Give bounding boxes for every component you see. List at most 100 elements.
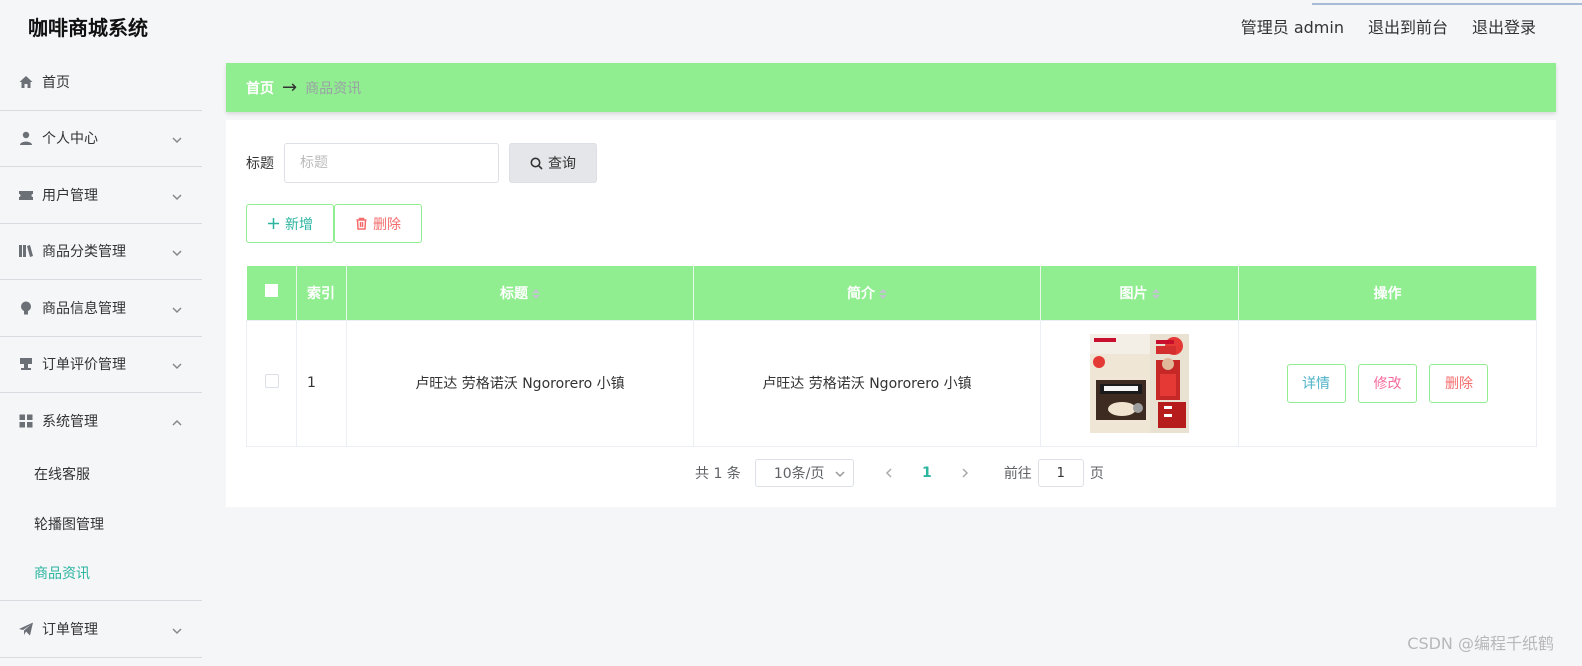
user-icon [18,130,34,146]
send-icon [18,621,34,637]
sidebar-item-label: 订单管理 [42,621,98,638]
sidebar: 首页 个人中心 用户管理 商品分类管理 商品信息管理 订单评价管理 系统管理 在… [0,54,202,666]
watermark: CSDN @编程千纸鹤 [1407,634,1554,653]
row-intro: 卢旺达 劳格诺沃 Ngororero 小镇 [693,319,1041,447]
plus-icon [268,218,279,229]
select-all-cell [246,266,297,320]
sidebar-item-order-management[interactable]: 订单管理 [0,601,202,658]
sidebar-item-label: 用户管理 [42,187,98,204]
pagination: 共 1 条 10条/页 1 前往 页 [695,459,1104,487]
chevron-down-icon [172,190,182,200]
row-index: 1 [296,319,347,447]
page-size-value: 10条/页 [773,466,825,482]
column-header-intro[interactable]: 简介 [693,266,1041,320]
chevron-down-icon [172,624,182,634]
search-label: 标题 [246,156,274,172]
app-title: 咖啡商城系统 [28,16,148,40]
goto-page: 前往 页 [1004,459,1104,487]
coffee-product-image[interactable] [1090,333,1189,433]
sidebar-subitem-carousel[interactable]: 轮播图管理 [0,499,202,549]
batch-delete-button[interactable]: 删除 [334,204,422,243]
sidebar-item-order-review[interactable]: 订单评价管理 [0,337,202,393]
prev-page-button[interactable] [874,468,904,478]
breadcrumb-home[interactable]: 首页 [246,78,274,98]
column-header-actions: 操作 [1238,266,1537,320]
breadcrumb-current: 商品资讯 [305,80,362,97]
sidebar-item-label: 系统管理 [42,414,98,431]
page-number[interactable]: 1 [912,465,942,481]
column-header-image[interactable]: 图片 [1040,266,1239,320]
sidebar-item-product-info[interactable]: 商品信息管理 [0,280,202,337]
column-header-title-label: 标题 [500,285,528,302]
row-checkbox[interactable] [264,374,279,388]
top-decoration [1312,0,1582,5]
column-header-index: 索引 [296,266,347,320]
table-row: 1 卢旺达 劳格诺沃 Ngororero 小镇 卢旺达 劳格诺沃 Ngorore… [246,319,1537,447]
search-button-label: 查询 [548,156,576,172]
pagination-total: 共 1 条 [695,466,741,482]
table-header-row: 索引 标题 简介 图片 操作 [246,266,1537,320]
chevron-down-icon [172,246,182,257]
next-page-button[interactable] [950,468,980,478]
stamp-icon [18,356,34,372]
breadcrumb: 首页 → 商品资讯 [226,63,1556,112]
edit-button[interactable]: 修改 [1358,363,1417,403]
sidebar-item-label: 订单评价管理 [42,357,126,374]
search-row: 标题 查询 [246,143,597,183]
sort-icon[interactable] [1151,288,1160,299]
books-icon [18,243,34,259]
chevron-up-icon [172,416,182,426]
chevron-left-icon [885,468,892,478]
batch-delete-button-label: 删除 [373,216,401,233]
sidebar-subitem-product-news[interactable]: 商品资讯 [0,549,202,599]
exit-to-front-link[interactable]: 退出到前台 [1368,14,1448,38]
sidebar-item-label: 首页 [42,74,70,91]
chevron-down-icon [172,133,182,144]
page-size-select[interactable]: 10条/页 [754,459,854,487]
row-title: 卢旺达 劳格诺沃 Ngororero 小镇 [346,319,694,447]
search-button[interactable]: 查询 [509,143,597,183]
grid-icon [18,413,34,429]
content-panel: 标题 查询 新增 删除 索引 标题 简介 图片 操作 [226,120,1556,507]
sidebar-item-category-management[interactable]: 商品分类管理 [0,224,202,280]
admin-user-label: 管理员 admin [1240,18,1344,37]
chevron-down-icon [835,471,845,478]
ticket-icon [18,187,34,203]
row-image-cell [1040,319,1239,447]
sidebar-item-personal-center[interactable]: 个人中心 [0,111,202,167]
row-select-cell [246,319,297,447]
select-all-checkbox[interactable] [264,284,278,298]
sidebar-item-label: 个人中心 [42,131,98,148]
sort-icon[interactable] [879,288,887,299]
detail-button[interactable]: 详情 [1286,363,1346,403]
trash-icon [356,217,367,230]
sidebar-item-label: 商品信息管理 [42,300,126,317]
sidebar-subitem-online-service[interactable]: 在线客服 [0,450,202,500]
top-bar: 咖啡商城系统 管理员 admin 退出到前台 退出登录 [0,0,1582,52]
chevron-down-icon [172,303,182,313]
system-submenu: 在线客服 轮播图管理 商品资讯 [0,450,202,601]
sidebar-item-label: 商品分类管理 [42,244,126,261]
column-header-image-label: 图片 [1119,285,1148,302]
arrow-right-icon: → [282,76,298,98]
goto-page-input[interactable] [1037,459,1084,487]
chevron-right-icon [962,468,968,478]
action-row: 新增 删除 [246,204,422,243]
sidebar-item-system-management[interactable]: 系统管理 [0,393,202,450]
add-button[interactable]: 新增 [246,204,334,243]
add-button-label: 新增 [285,216,313,233]
news-table: 索引 标题 简介 图片 操作 1 卢旺达 劳格诺沃 Ngororero 小镇 卢… [246,266,1537,447]
logout-link[interactable]: 退出登录 [1472,14,1536,38]
delete-button[interactable]: 删除 [1429,363,1489,403]
bulb-icon [18,300,34,316]
home-icon [18,74,34,90]
column-header-title[interactable]: 标题 [346,266,694,320]
chevron-down-icon [172,359,182,370]
sort-icon[interactable] [532,288,540,299]
search-icon [530,157,543,170]
sidebar-item-user-management[interactable]: 用户管理 [0,167,202,224]
sidebar-item-home[interactable]: 首页 [0,54,202,111]
row-actions-cell: 详情 修改 删除 [1238,319,1537,447]
search-input[interactable] [284,143,499,183]
goto-prefix: 前往 [1003,466,1032,482]
